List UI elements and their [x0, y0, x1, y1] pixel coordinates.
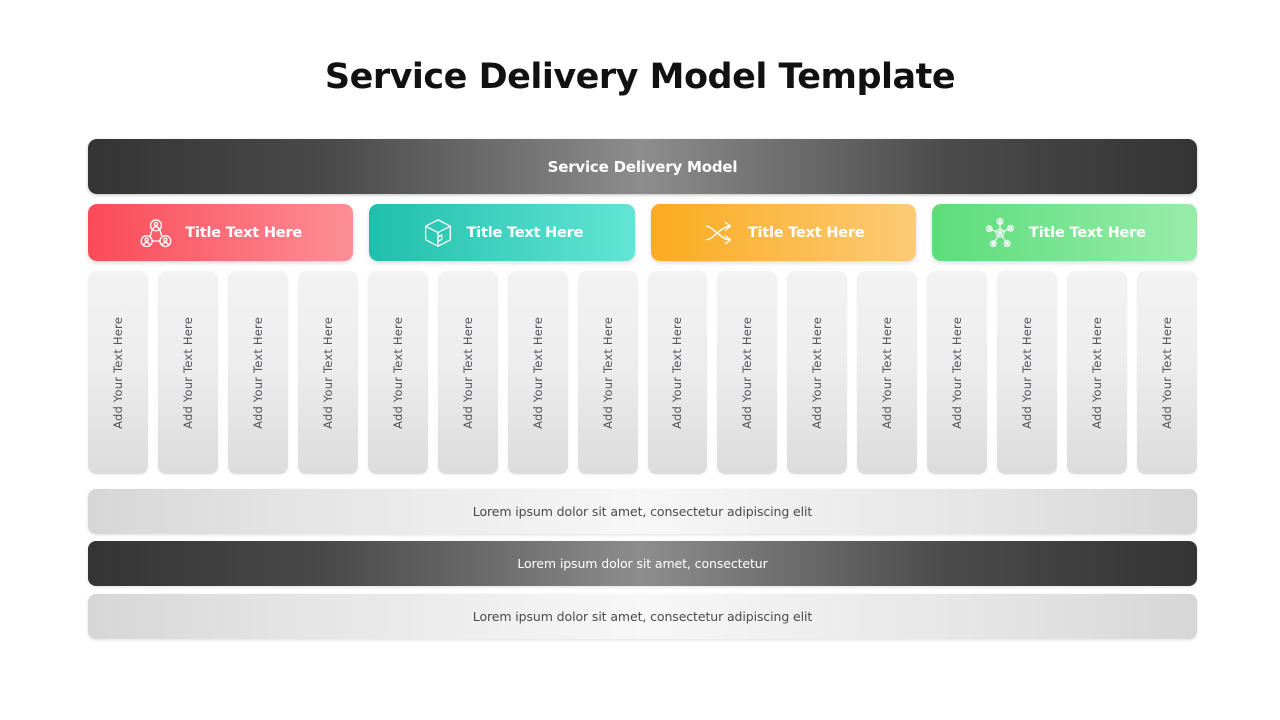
people-network-icon — [139, 216, 173, 250]
column-card-label: Add Your Text Here — [810, 316, 825, 429]
column-card[interactable]: Add Your Text Here — [437, 271, 498, 474]
column-card-label: Add Your Text Here — [670, 316, 685, 429]
hub-network-icon — [983, 216, 1017, 250]
master-header-label: Service Delivery Model — [547, 157, 738, 176]
column-card[interactable]: Add Your Text Here — [297, 271, 358, 474]
category-bar-4[interactable]: Title Text Here — [931, 204, 1197, 261]
column-card-label: Add Your Text Here — [250, 316, 265, 429]
column-card-label: Add Your Text Here — [530, 316, 545, 429]
column-card-label: Add Your Text Here — [600, 316, 615, 429]
footer-bar-3[interactable]: Lorem ipsum dolor sit amet, consectetur … — [88, 594, 1197, 639]
slide-canvas: Service Delivery Model Template Service … — [0, 0, 1280, 720]
footer-bar-1-label: Lorem ipsum dolor sit amet, consectetur … — [472, 504, 813, 519]
column-card-label: Add Your Text Here — [390, 316, 405, 429]
category-bar-1[interactable]: Title Text Here — [88, 204, 354, 261]
column-card[interactable]: Add Your Text Here — [857, 271, 918, 474]
category-label-3: Title Text Here — [747, 224, 865, 241]
column-card-label: Add Your Text Here — [880, 316, 895, 429]
column-card-label: Add Your Text Here — [1160, 316, 1175, 429]
column-card[interactable]: Add Your Text Here — [227, 271, 288, 474]
column-card-label: Add Your Text Here — [180, 316, 195, 429]
column-card[interactable]: Add Your Text Here — [787, 271, 848, 474]
page-title: Service Delivery Model Template — [324, 57, 956, 97]
footer-bar-2[interactable]: Lorem ipsum dolor sit amet, consectetur — [88, 541, 1197, 586]
category-label-1: Title Text Here — [185, 224, 302, 241]
footer-bar-3-label: Lorem ipsum dolor sit amet, consectetur … — [472, 609, 813, 624]
category-bar-row: Title Text Here Title Text Here Title Te… — [88, 204, 1197, 261]
column-card-label: Add Your Text Here — [740, 316, 755, 429]
master-header-bar[interactable]: Service Delivery Model — [88, 139, 1197, 194]
column-card[interactable]: Add Your Text Here — [1067, 271, 1128, 474]
column-card-label: Add Your Text Here — [320, 316, 335, 429]
column-card[interactable]: Add Your Text Here — [997, 271, 1058, 474]
column-card[interactable]: Add Your Text Here — [717, 271, 778, 474]
footer-bar-2-label: Lorem ipsum dolor sit amet, consectetur — [517, 556, 768, 571]
column-card-label: Add Your Text Here — [1090, 316, 1105, 429]
column-card-label: Add Your Text Here — [950, 316, 965, 429]
column-card[interactable]: Add Your Text Here — [647, 271, 708, 474]
column-card-label: Add Your Text Here — [460, 316, 475, 429]
column-card[interactable]: Add Your Text Here — [577, 271, 638, 474]
shuffle-arrows-icon — [702, 216, 736, 250]
footer-bar-1[interactable]: Lorem ipsum dolor sit amet, consectetur … — [88, 489, 1197, 534]
column-card-label: Add Your Text Here — [1020, 316, 1035, 429]
column-card-label: Add Your Text Here — [110, 316, 125, 429]
column-card[interactable]: Add Your Text Here — [88, 271, 148, 474]
column-card[interactable]: Add Your Text Here — [507, 271, 568, 474]
package-box-icon — [421, 216, 455, 250]
category-bar-2[interactable]: Title Text Here — [369, 204, 635, 261]
column-card[interactable]: Add Your Text Here — [927, 271, 988, 474]
category-bar-3[interactable]: Title Text Here — [650, 204, 916, 261]
column-card[interactable]: Add Your Text Here — [157, 271, 218, 474]
column-card[interactable]: Add Your Text Here — [367, 271, 428, 474]
column-card-row: Add Your Text Here Add Your Text Here Add … — [88, 271, 1197, 474]
category-label-2: Title Text Here — [466, 224, 584, 241]
column-card[interactable]: Add Your Text Here — [1137, 271, 1197, 474]
category-label-4: Title Text Here — [1029, 224, 1146, 241]
